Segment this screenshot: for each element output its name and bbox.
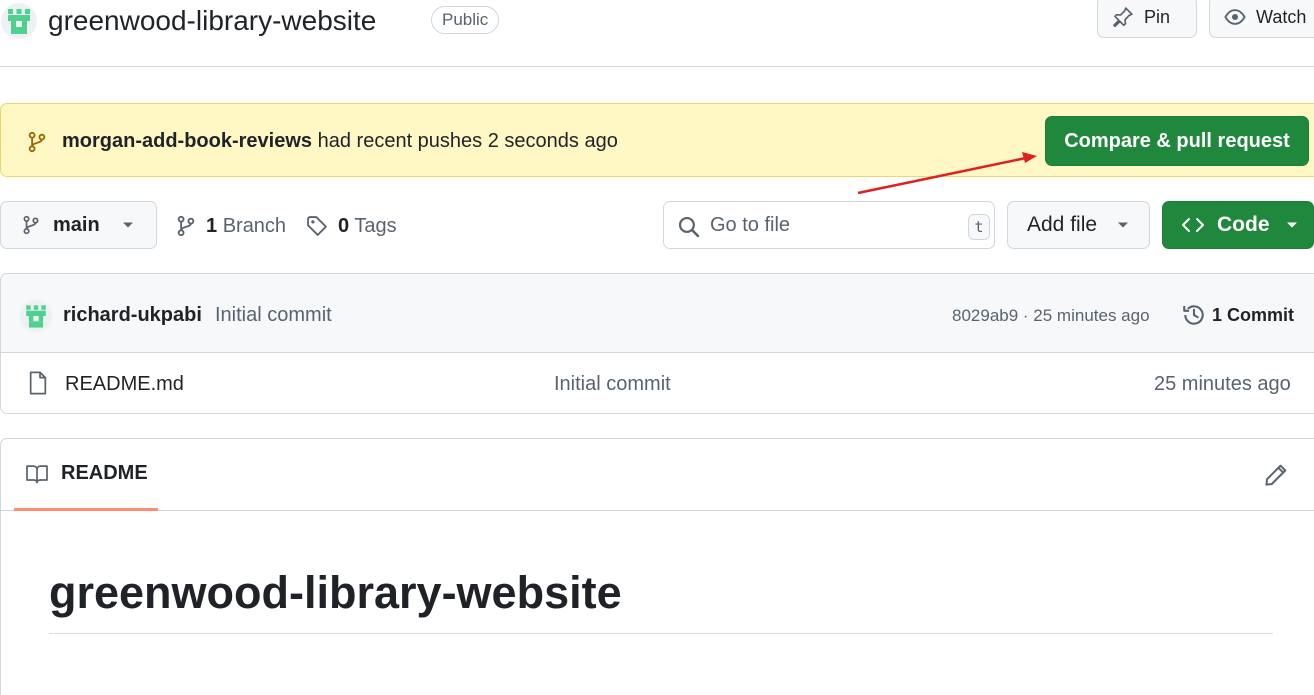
watch-button[interactable]: Watch — [1209, 0, 1314, 38]
code-icon — [1182, 218, 1204, 232]
go-to-file-search[interactable] — [663, 201, 995, 249]
latest-commit-header: richard-ukpabi Initial commit 8029ab9 · … — [1, 274, 1314, 353]
book-icon — [26, 464, 48, 483]
caret-down-icon — [1286, 222, 1297, 228]
push-status-text: had recent pushes 2 seconds ago — [317, 130, 618, 152]
tags-label: Tags — [354, 215, 397, 237]
recent-push-message: morgan-add-book-reviews had recent pushe… — [62, 128, 618, 154]
branches-link[interactable]: 1 Branch — [176, 212, 286, 240]
git-branch-icon — [23, 215, 39, 235]
current-branch-label: main — [53, 213, 100, 236]
identicon-icon — [26, 305, 46, 328]
readme-heading: greenwood-library-website — [49, 563, 1273, 634]
tags-link[interactable]: 0 Tags — [306, 212, 397, 240]
table-row[interactable]: README.md Initial commit 25 minutes ago — [1, 353, 1314, 413]
compare-pull-request-button[interactable]: Compare & pull request — [1045, 116, 1309, 166]
caret-down-icon — [122, 222, 133, 228]
visibility-badge: Public — [431, 6, 500, 34]
pin-icon — [1113, 7, 1133, 28]
file-listing: richard-ukpabi Initial commit 8029ab9 · … — [0, 273, 1314, 414]
commit-count-label: 1 Commit — [1212, 305, 1295, 325]
readme-panel: README greenwood-library-website — [0, 438, 1314, 695]
branches-count: 1 — [206, 215, 218, 237]
readme-tab-bar: README — [1, 439, 1314, 511]
eye-icon — [1224, 9, 1246, 25]
branch-selector[interactable]: main — [0, 201, 157, 249]
repo-header: greenwood-library-website Public Pin Wat… — [0, 0, 1314, 67]
commit-hash-and-time[interactable]: 8029ab9 · 25 minutes ago — [952, 304, 1150, 328]
file-name-link[interactable]: README.md — [65, 371, 184, 397]
add-file-label: Add file — [1027, 213, 1098, 236]
repo-name[interactable]: greenwood-library-website — [48, 3, 376, 39]
code-label: Code — [1217, 213, 1270, 236]
commit-author[interactable]: richard-ukpabi — [63, 302, 202, 328]
identicon-icon — [8, 9, 30, 34]
file-commit-message[interactable]: Initial commit — [554, 371, 671, 397]
repo-owner-avatar[interactable] — [1, 3, 37, 39]
search-icon — [678, 216, 700, 238]
pushed-branch-name[interactable]: morgan-add-book-reviews — [62, 130, 312, 152]
file-last-updated: 25 minutes ago — [1154, 373, 1291, 395]
commit-history-link[interactable]: 1 Commit — [1182, 302, 1294, 328]
git-branch-icon — [28, 131, 46, 153]
pencil-icon[interactable] — [1264, 463, 1288, 487]
go-to-file-input[interactable] — [710, 210, 960, 240]
code-button[interactable]: Code — [1162, 201, 1314, 249]
caret-down-icon — [1118, 222, 1129, 228]
keyboard-shortcut-hint: t — [968, 214, 990, 240]
tags-count: 0 — [338, 215, 350, 237]
branches-label: Branch — [222, 215, 287, 237]
tag-icon — [307, 216, 327, 236]
add-file-button[interactable]: Add file — [1007, 201, 1150, 249]
avatar[interactable] — [20, 300, 52, 332]
pin-label: Pin — [1144, 6, 1171, 27]
git-branch-icon — [177, 215, 195, 237]
history-icon — [1183, 305, 1204, 325]
recent-push-banner: morgan-add-book-reviews had recent pushe… — [0, 103, 1314, 177]
commit-message[interactable]: Initial commit — [215, 302, 332, 328]
readme-tab-label: README — [61, 462, 148, 484]
pin-button[interactable]: Pin — [1097, 0, 1197, 38]
watch-label: Watch — [1256, 6, 1307, 27]
tab-readme[interactable]: README — [14, 439, 158, 511]
file-icon — [29, 371, 47, 395]
